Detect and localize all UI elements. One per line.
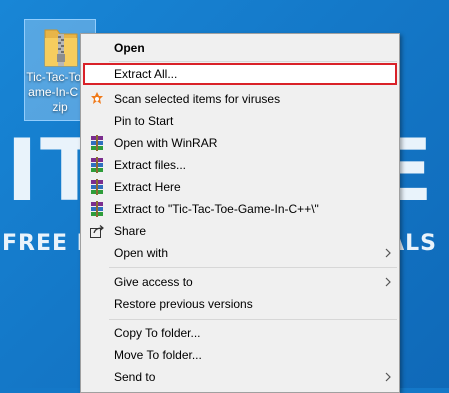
context-menu: Open Extract All... Scan selected items … [80,33,400,393]
menu-item-extract-files[interactable]: Extract files... [83,154,397,176]
avast-icon [91,92,103,104]
menu-item-open[interactable]: Open [83,37,397,59]
winrar-icon [89,179,105,195]
menu-item-restore-previous-versions[interactable]: Restore previous versions [83,293,397,315]
menu-item-open-with[interactable]: Open with [83,242,397,264]
menu-item-label: Extract to "Tic-Tac-Toe-Game-In-C++\" [114,202,319,216]
winrar-icon [89,135,105,151]
menu-item-send-to[interactable]: Send to [83,366,397,388]
menu-item-label: Give access to [114,275,193,289]
menu-item-give-access[interactable]: Give access to [83,271,397,293]
menu-item-label: Pin to Start [114,114,174,128]
menu-item-label: Open with [114,246,169,260]
chevron-right-icon [385,248,391,258]
menu-item-extract-here[interactable]: Extract Here [83,176,397,198]
share-icon [90,225,104,238]
menu-item-label: Open with WinRAR [114,136,218,150]
winrar-icon [89,201,105,217]
menu-separator [109,61,397,62]
menu-item-label: Move To folder... [114,348,202,362]
menu-item-pin-to-start[interactable]: Pin to Start [83,110,397,132]
menu-item-label: Share [114,224,147,238]
menu-item-label: Extract All... [114,67,178,81]
menu-item-label: Copy To folder... [114,326,201,340]
menu-item-label: Extract Here [114,180,181,194]
menu-separator [109,319,397,320]
menu-separator [109,267,397,268]
menu-item-label: Send to [114,370,156,384]
menu-item-share[interactable]: Share [83,220,397,242]
menu-item-move-to-folder[interactable]: Move To folder... [83,344,397,366]
zip-folder-icon [44,29,78,67]
chevron-right-icon [385,277,391,287]
menu-item-extract-all[interactable]: Extract All... [83,63,397,85]
menu-item-copy-to-folder[interactable]: Copy To folder... [83,322,397,344]
chevron-right-icon [385,372,391,382]
menu-item-label: Scan selected items for viruses [114,92,281,106]
menu-item-label: Extract files... [114,158,187,172]
menu-item-extract-to-folder[interactable]: Extract to "Tic-Tac-Toe-Game-In-C++\" [83,198,397,220]
menu-item-scan-viruses[interactable]: Scan selected items for viruses [83,88,397,110]
menu-item-label: Open [114,41,145,55]
menu-item-open-with-winrar[interactable]: Open with WinRAR [83,132,397,154]
menu-item-label: Restore previous versions [114,297,253,311]
winrar-icon [89,157,105,173]
